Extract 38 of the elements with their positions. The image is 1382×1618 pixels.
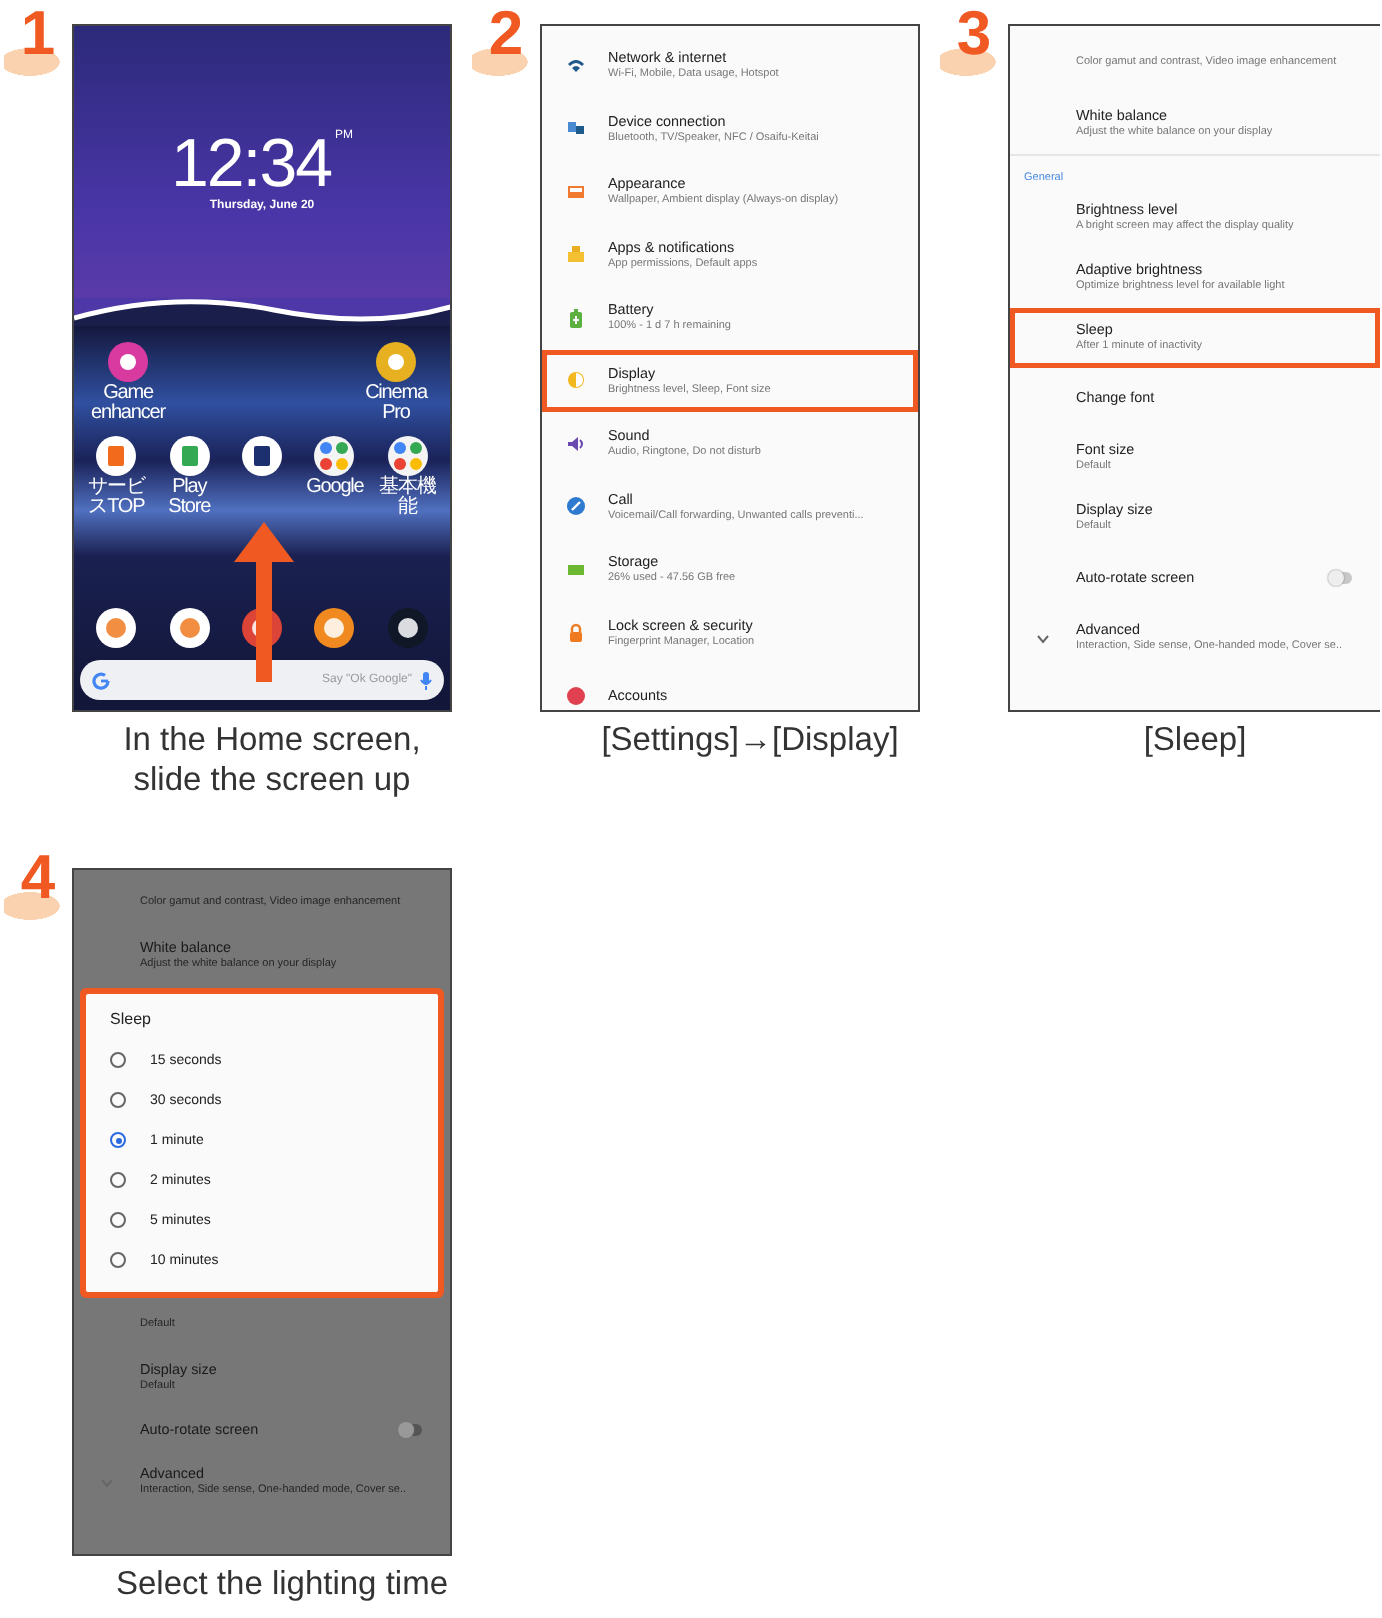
step-caption: [Sleep] xyxy=(1141,720,1249,760)
app-label[interactable]: Game enhancer xyxy=(88,384,168,424)
battery-icon xyxy=(565,307,585,328)
step-caption: In the Home screen, slide the screen up xyxy=(121,720,423,800)
microphone-icon xyxy=(420,671,432,689)
folder-icon xyxy=(314,436,355,476)
radio-button[interactable] xyxy=(110,1132,126,1148)
app-icon xyxy=(169,436,210,476)
toggle-switch[interactable] xyxy=(398,1424,422,1436)
step-caption: Select the lighting time xyxy=(113,1564,450,1604)
toggle-switch[interactable] xyxy=(1328,572,1352,584)
stack-icon xyxy=(565,244,585,265)
app-icon xyxy=(242,436,283,476)
step-caption: [Settings]→[Display] xyxy=(599,720,901,760)
wifi-icon xyxy=(565,55,585,76)
app-label[interactable]: サービスTOP xyxy=(80,478,153,518)
app-label[interactable]: Cinema Pro xyxy=(356,384,436,424)
app-icon xyxy=(108,342,148,382)
lock-icon xyxy=(565,622,585,643)
radio-button[interactable] xyxy=(110,1252,126,1268)
clock-time: 12:34 xyxy=(170,130,332,198)
radio-button[interactable] xyxy=(110,1212,126,1228)
speaker-icon xyxy=(565,433,585,454)
folder-icon xyxy=(387,436,428,476)
picture-icon xyxy=(565,181,585,202)
app-label[interactable]: Google xyxy=(306,478,364,498)
radio-button[interactable] xyxy=(110,1172,126,1188)
logo-icon xyxy=(92,671,110,689)
dialog-title: Sleep xyxy=(110,1010,153,1028)
app-icon xyxy=(376,342,416,382)
app-icon xyxy=(96,436,137,476)
radio-button[interactable] xyxy=(110,1052,126,1068)
app-label[interactable]: Play Store xyxy=(152,478,226,518)
app-label[interactable]: 基本機能 xyxy=(371,478,445,518)
radio-button[interactable] xyxy=(110,1092,126,1108)
sun-icon xyxy=(565,370,585,391)
dot-icon xyxy=(565,685,585,706)
device-icon xyxy=(565,118,585,139)
